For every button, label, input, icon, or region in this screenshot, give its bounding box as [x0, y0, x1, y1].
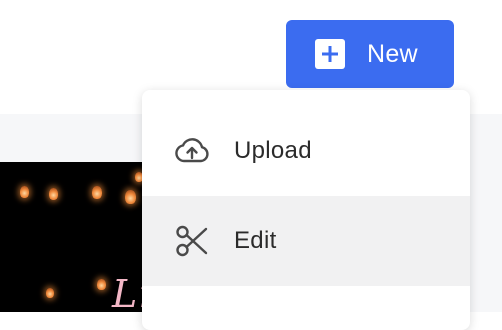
scissors-icon [174, 223, 210, 259]
plus-icon [315, 39, 345, 69]
lantern-light [20, 186, 29, 198]
lantern-light [97, 279, 106, 290]
new-dropdown-menu: Upload Edit [142, 90, 470, 330]
cloud-upload-icon [174, 133, 210, 169]
lantern-light [92, 186, 102, 199]
new-button-label: New [367, 39, 418, 68]
lantern-light [46, 288, 54, 298]
new-button[interactable]: New [286, 20, 454, 88]
lantern-light [125, 190, 136, 204]
menu-item-label: Upload [234, 137, 312, 164]
menu-item-upload[interactable]: Upload [142, 106, 470, 196]
menu-item-label: Edit [234, 227, 277, 254]
lantern-light [49, 188, 58, 200]
menu-item-edit[interactable]: Edit [142, 196, 470, 286]
